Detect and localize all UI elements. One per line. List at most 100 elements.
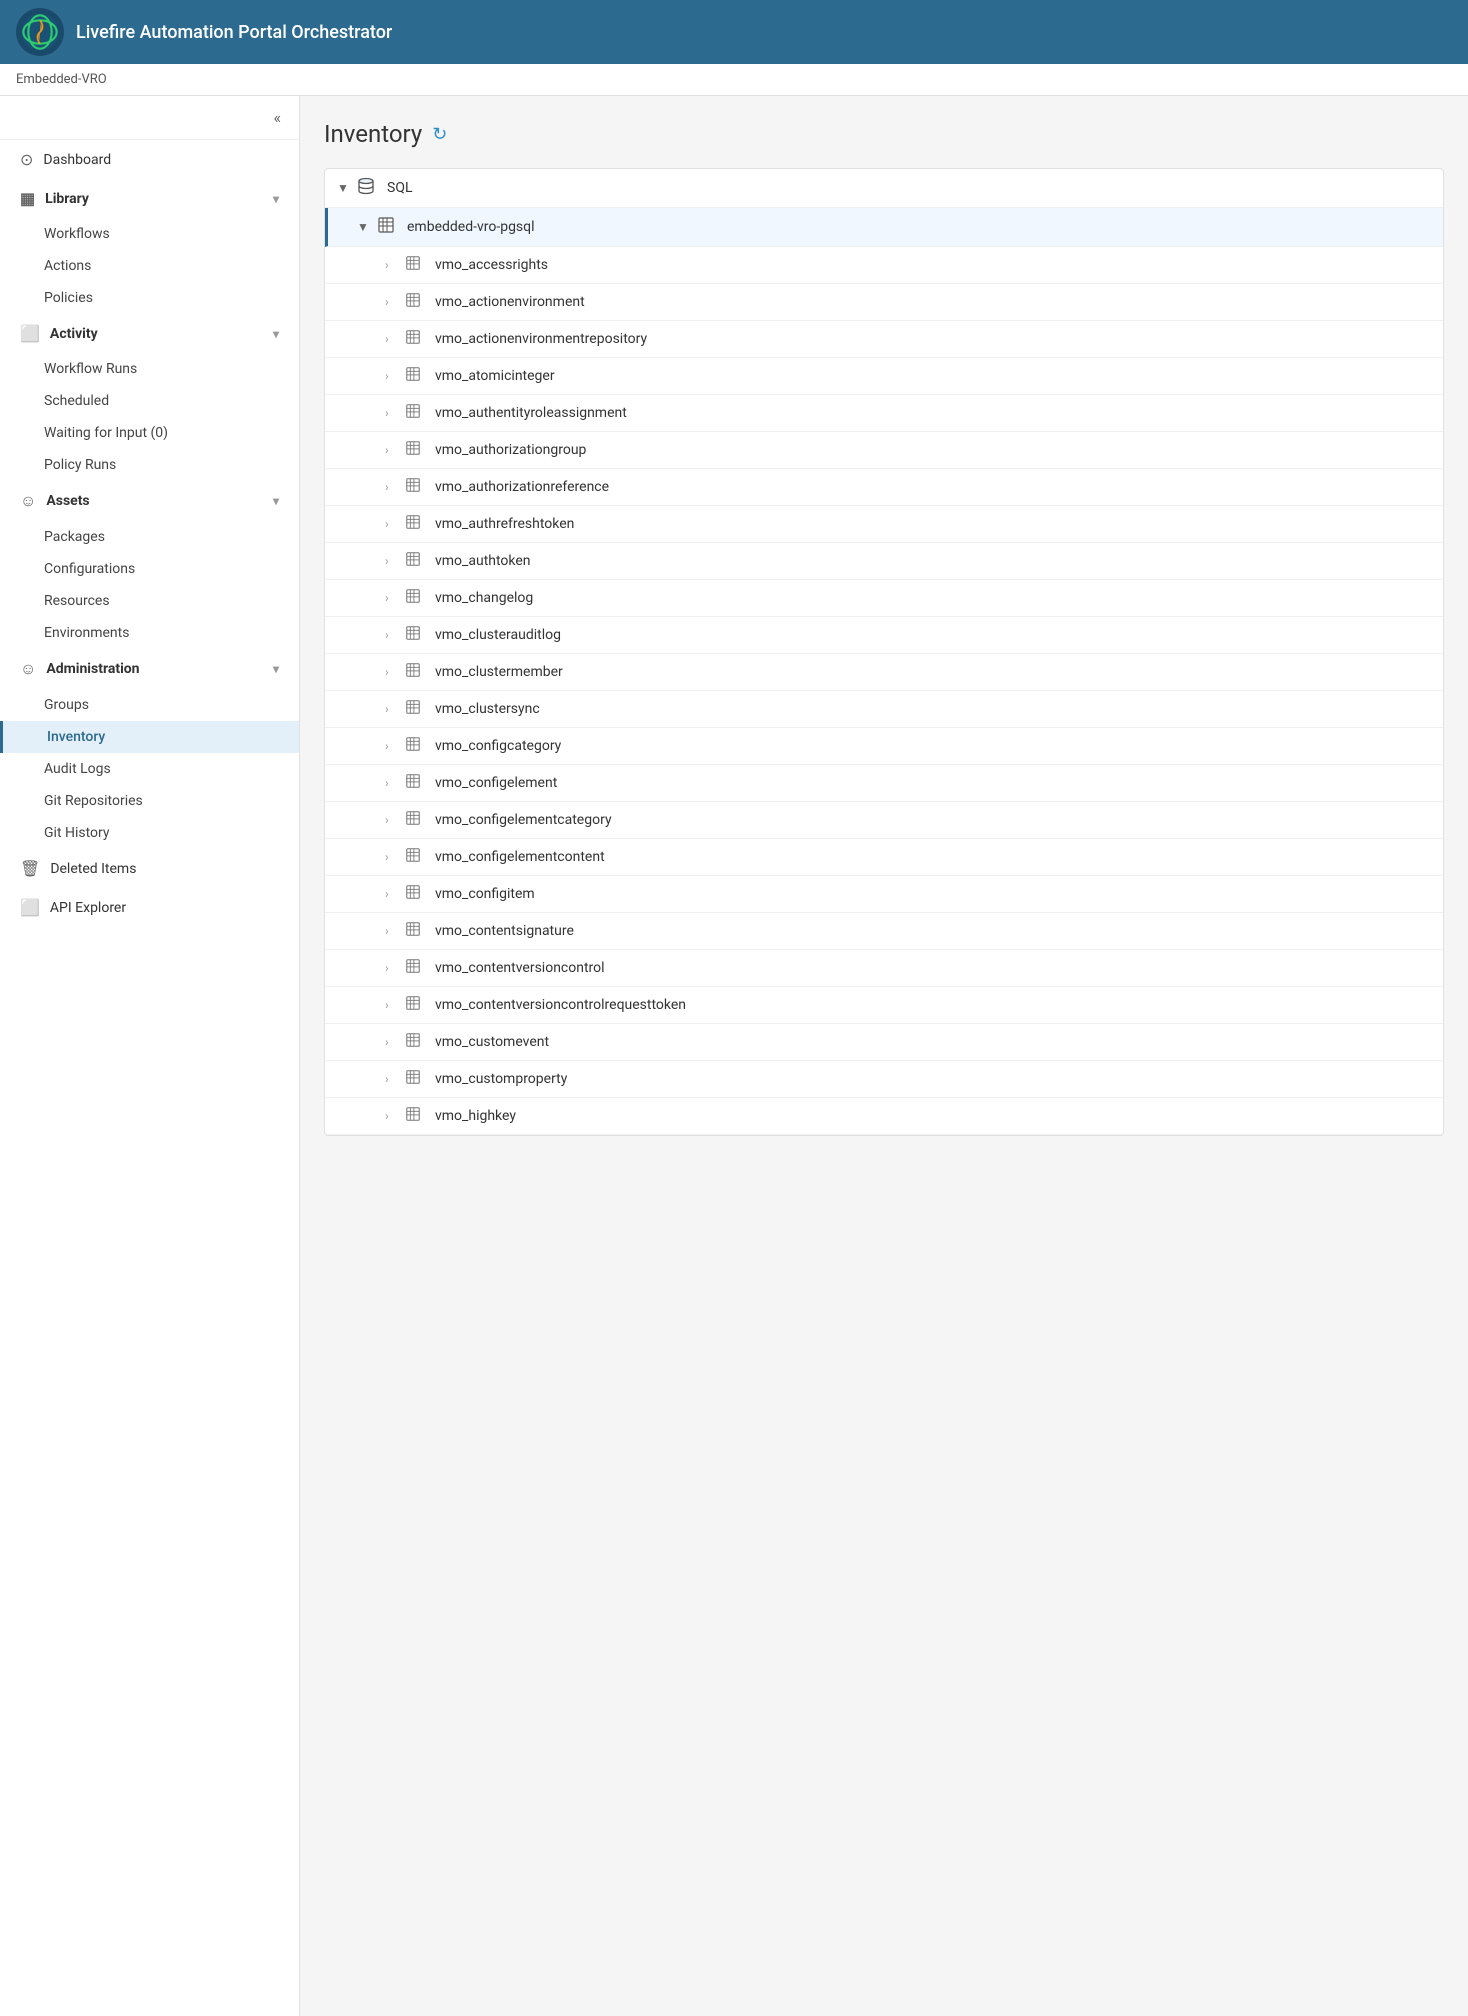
tree-label: vmo_configitem — [435, 886, 535, 902]
tree-label: vmo_contentversioncontrol — [435, 960, 605, 976]
tree-arrow: › — [385, 1072, 405, 1086]
tree-item-vmo_authtoken[interactable]: › vmo_authtoken — [325, 543, 1443, 580]
sidebar-item-resources[interactable]: Resources — [0, 585, 299, 617]
tree-label: vmo_customproperty — [435, 1071, 567, 1087]
tree-arrow: › — [385, 924, 405, 938]
collapse-sidebar-button[interactable]: « — [267, 104, 287, 131]
sidebar-item-library[interactable]: ▦ Library ▾ — [0, 179, 299, 218]
tree-item-sql[interactable]: ▼ SQL — [325, 169, 1443, 208]
tree-item-vmo_authentityroleassignment[interactable]: › vmo_authentityroleassignment — [325, 395, 1443, 432]
tree-item-vmo_accessrights[interactable]: › vmo_accessrights — [325, 247, 1443, 284]
tree-label: vmo_customevent — [435, 1034, 549, 1050]
tree-item-vmo_clustersync[interactable]: › vmo_clustersync — [325, 691, 1443, 728]
tree-label: vmo_contentsignature — [435, 923, 574, 939]
main-layout: « ⊙ Dashboard ▦ Library ▾ Workflows Acti… — [0, 96, 1468, 2016]
tree-label: vmo_configelement — [435, 775, 557, 791]
tree-item-embedded-vro-pgsql[interactable]: ▼ embedded-vro-pgsql — [325, 208, 1443, 247]
sidebar-item-scheduled[interactable]: Scheduled — [0, 385, 299, 417]
assets-icon: ☺ — [20, 491, 36, 511]
sidebar-item-configurations[interactable]: Configurations — [0, 553, 299, 585]
sidebar-item-git-history[interactable]: Git History — [0, 817, 299, 849]
tree-arrow: › — [385, 443, 405, 457]
tree-arrow: › — [385, 591, 405, 605]
tree-label: SQL — [387, 180, 412, 196]
database-icon — [357, 177, 381, 199]
tree-label: vmo_authtoken — [435, 553, 531, 569]
tree-label: vmo_authentityroleassignment — [435, 405, 627, 421]
sidebar-item-assets[interactable]: ☺ Assets ▾ — [0, 481, 299, 521]
refresh-button[interactable]: ↻ — [432, 124, 447, 145]
tree-item-vmo_clusterauditlog[interactable]: › vmo_clusterauditlog — [325, 617, 1443, 654]
tree-label: vmo_configelementcategory — [435, 812, 612, 828]
tree-item-vmo_customevent[interactable]: › vmo_customevent — [325, 1024, 1443, 1061]
tree-arrow: › — [385, 850, 405, 864]
sidebar-item-activity[interactable]: ⬜ Activity ▾ — [0, 314, 299, 353]
tree-item-vmo_configelementcategory[interactable]: › vmo_configelementcategory — [325, 802, 1443, 839]
sidebar-item-dashboard[interactable]: ⊙ Dashboard — [0, 140, 299, 179]
main-content: Inventory ↻ ▼ SQL ▼ — [300, 96, 1468, 2016]
page-header: Inventory ↻ — [324, 120, 1444, 148]
table-icon — [405, 736, 429, 756]
chevron-down-icon: ▾ — [273, 327, 279, 341]
tree-item-vmo_configelementcontent[interactable]: › vmo_configelementcontent — [325, 839, 1443, 876]
sidebar-item-waiting-for-input[interactable]: Waiting for Input (0) — [0, 417, 299, 449]
sidebar-item-audit-logs[interactable]: Audit Logs — [0, 753, 299, 785]
table-icon — [405, 958, 429, 978]
tree-item-vmo_actionenvironment[interactable]: › vmo_actionenvironment — [325, 284, 1443, 321]
app-title: Livefire Automation Portal Orchestrator — [76, 22, 392, 43]
sidebar-item-environments[interactable]: Environments — [0, 617, 299, 649]
tree-arrow: › — [385, 813, 405, 827]
tree-item-vmo_customproperty[interactable]: › vmo_customproperty — [325, 1061, 1443, 1098]
tree-arrow: › — [385, 517, 405, 531]
sidebar-item-inventory[interactable]: Inventory — [0, 721, 299, 753]
table-icon — [405, 588, 429, 608]
sidebar-item-git-repositories[interactable]: Git Repositories — [0, 785, 299, 817]
administration-icon: ☺ — [20, 659, 36, 679]
sidebar-collapse-area: « — [0, 96, 299, 140]
sidebar-item-deleted-items[interactable]: 🗑 Deleted Items — [0, 849, 299, 888]
tree-item-vmo_configitem[interactable]: › vmo_configitem — [325, 876, 1443, 913]
tree-item-vmo_contentversioncontrol[interactable]: › vmo_contentversioncontrol — [325, 950, 1443, 987]
tree-arrow: › — [385, 1035, 405, 1049]
sidebar-item-administration[interactable]: ☺ Administration ▾ — [0, 649, 299, 689]
table-icon — [405, 921, 429, 941]
sidebar-item-label: API Explorer — [50, 900, 279, 916]
sidebar-item-policies[interactable]: Policies — [0, 282, 299, 314]
tree-item-vmo_configcategory[interactable]: › vmo_configcategory — [325, 728, 1443, 765]
sidebar-item-label: Activity — [50, 326, 273, 342]
tree-arrow: › — [385, 665, 405, 679]
tree-item-vmo_atomicinteger[interactable]: › vmo_atomicinteger — [325, 358, 1443, 395]
tree-arrow: ▼ — [357, 220, 377, 234]
tree-item-vmo_authorizationreference[interactable]: › vmo_authorizationreference — [325, 469, 1443, 506]
tree-item-vmo_actionenvironmentrepository[interactable]: › vmo_actionenvironmentrepository — [325, 321, 1443, 358]
sidebar-item-groups[interactable]: Groups — [0, 689, 299, 721]
tree-item-vmo_authrefreshtoken[interactable]: › vmo_authrefreshtoken — [325, 506, 1443, 543]
tree-item-vmo_authorizationgroup[interactable]: › vmo_authorizationgroup — [325, 432, 1443, 469]
sidebar-item-workflows[interactable]: Workflows — [0, 218, 299, 250]
tree-label: vmo_clustersync — [435, 701, 540, 717]
sidebar-item-actions[interactable]: Actions — [0, 250, 299, 282]
sidebar-item-policy-runs[interactable]: Policy Runs — [0, 449, 299, 481]
tree-label: vmo_authrefreshtoken — [435, 516, 574, 532]
tree-item-vmo_contentsignature[interactable]: › vmo_contentsignature — [325, 913, 1443, 950]
tree-item-vmo_configelement[interactable]: › vmo_configelement — [325, 765, 1443, 802]
table-icon — [405, 477, 429, 497]
inventory-tree: ▼ SQL ▼ — [324, 168, 1444, 1136]
tree-item-vmo_clustermember[interactable]: › vmo_clustermember — [325, 654, 1443, 691]
tree-label: vmo_actionenvironment — [435, 294, 585, 310]
sidebar-item-api-explorer[interactable]: ⬜ API Explorer — [0, 888, 299, 927]
tree-item-vmo_contentversioncontrolrequesttoken[interactable]: › vmo_contentversioncontrolrequesttoken — [325, 987, 1443, 1024]
sidebar-item-packages[interactable]: Packages — [0, 521, 299, 553]
api-explorer-icon: ⬜ — [20, 898, 40, 917]
sidebar-item-label: Administration — [46, 661, 273, 677]
sidebar-item-label: Deleted Items — [50, 861, 279, 877]
table-icon — [405, 292, 429, 312]
table-icon — [405, 699, 429, 719]
table-icon — [405, 255, 429, 275]
tree-arrow: › — [385, 961, 405, 975]
tree-item-vmo_changelog[interactable]: › vmo_changelog — [325, 580, 1443, 617]
sidebar-item-workflow-runs[interactable]: Workflow Runs — [0, 353, 299, 385]
tree-arrow: › — [385, 369, 405, 383]
tree-item-vmo_highkey[interactable]: › vmo_highkey — [325, 1098, 1443, 1135]
library-icon: ▦ — [20, 189, 35, 208]
